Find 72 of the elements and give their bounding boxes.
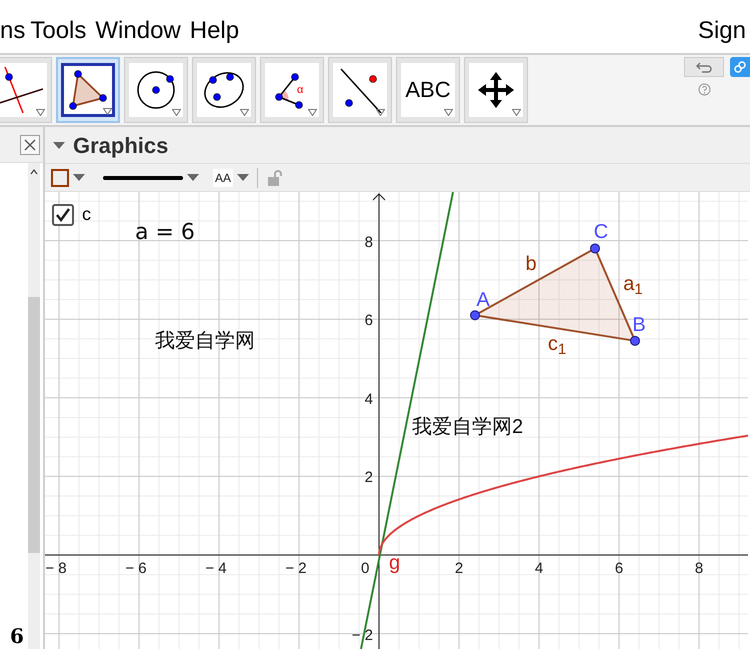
x-tick-label: − 6 <box>125 559 147 579</box>
tool-button[interactable] <box>192 57 256 123</box>
checkbox-label: c <box>82 203 91 226</box>
collapse-caret-icon <box>53 142 65 148</box>
y-tick-label: 4 <box>364 390 373 410</box>
x-tick-label: 4 <box>534 559 544 579</box>
check-icon <box>55 208 71 222</box>
dropdown-triangle-icon <box>376 109 385 116</box>
side-label: a$_{1}$ <box>623 274 643 294</box>
dropdown-triangle-icon <box>512 109 521 116</box>
undo-button[interactable] <box>684 57 724 77</box>
text-label: 我爱自学网 <box>155 329 255 354</box>
tool-button[interactable]: α <box>260 57 324 123</box>
dropdown-triangle-icon <box>240 109 249 116</box>
origin-label: 0 <box>361 559 370 579</box>
x-tick-label: − 2 <box>285 559 307 579</box>
side-label: c$_{1}$ <box>548 334 566 354</box>
point-label: B <box>632 315 646 335</box>
caret-icon <box>187 174 199 181</box>
math-label: a = 6 <box>135 219 195 247</box>
menu-item[interactable]: Window <box>95 12 181 48</box>
tool-button[interactable] <box>124 57 188 123</box>
dropdown-triangle-icon <box>308 109 317 116</box>
dropdown-triangle-icon <box>103 108 112 115</box>
menu-item[interactable]: Help <box>190 12 240 48</box>
caret-icon <box>73 174 85 181</box>
x-tick-label: 2 <box>454 559 464 579</box>
point-label: A <box>476 290 490 310</box>
tool-button[interactable] <box>56 57 120 123</box>
side-label: b <box>525 254 537 274</box>
x-tick-label: 8 <box>694 559 704 579</box>
x-tick-label: − 4 <box>205 559 227 579</box>
function-label: g <box>389 551 400 576</box>
algebra-value: 6 <box>10 623 24 649</box>
color-button[interactable] <box>51 168 85 186</box>
panel-title: Graphics <box>73 132 168 160</box>
link-icon <box>734 61 746 73</box>
x-tick-label: − 8 <box>45 559 67 579</box>
x-tick-label: 6 <box>614 559 624 579</box>
point-label: C <box>594 222 608 242</box>
checkbox[interactable] <box>52 204 74 226</box>
menu-item[interactable]: Tools <box>30 12 86 48</box>
scroll-up-icon[interactable] <box>30 169 38 175</box>
point[interactable] <box>630 336 640 346</box>
line-style-button[interactable] <box>103 174 199 181</box>
dropdown-triangle-icon <box>172 109 181 116</box>
y-tick-label: 6 <box>364 311 373 332</box>
tool-button[interactable] <box>328 57 392 123</box>
y-tick-label: 2 <box>364 468 373 488</box>
help-icon[interactable] <box>698 83 710 96</box>
tool-button[interactable] <box>464 57 528 123</box>
line-tool-icon <box>0 67 43 113</box>
menu-item[interactable]: ns <box>0 12 26 48</box>
sign-in-link[interactable]: Sign <box>698 4 746 48</box>
move-arrows-icon <box>476 70 516 110</box>
tool-button[interactable] <box>0 57 52 123</box>
point[interactable] <box>590 243 600 254</box>
dropdown-triangle-icon <box>36 109 45 116</box>
tool-button[interactable]: ABC <box>396 57 460 123</box>
close-icon <box>24 138 36 150</box>
caret-icon <box>237 174 250 181</box>
color-swatch <box>51 168 69 186</box>
text-tool-label: ABC <box>405 79 451 101</box>
dropdown-triangle-icon <box>444 109 453 116</box>
scrollbar-thumb[interactable] <box>28 297 40 553</box>
y-tick-label: 8 <box>364 232 373 253</box>
undo-icon <box>696 61 712 73</box>
text-label: 我爱自学网2 <box>412 415 524 440</box>
share-button[interactable] <box>730 57 750 77</box>
point[interactable] <box>470 310 480 320</box>
close-button[interactable] <box>20 134 40 154</box>
y-tick-label: − 2 <box>352 626 373 646</box>
